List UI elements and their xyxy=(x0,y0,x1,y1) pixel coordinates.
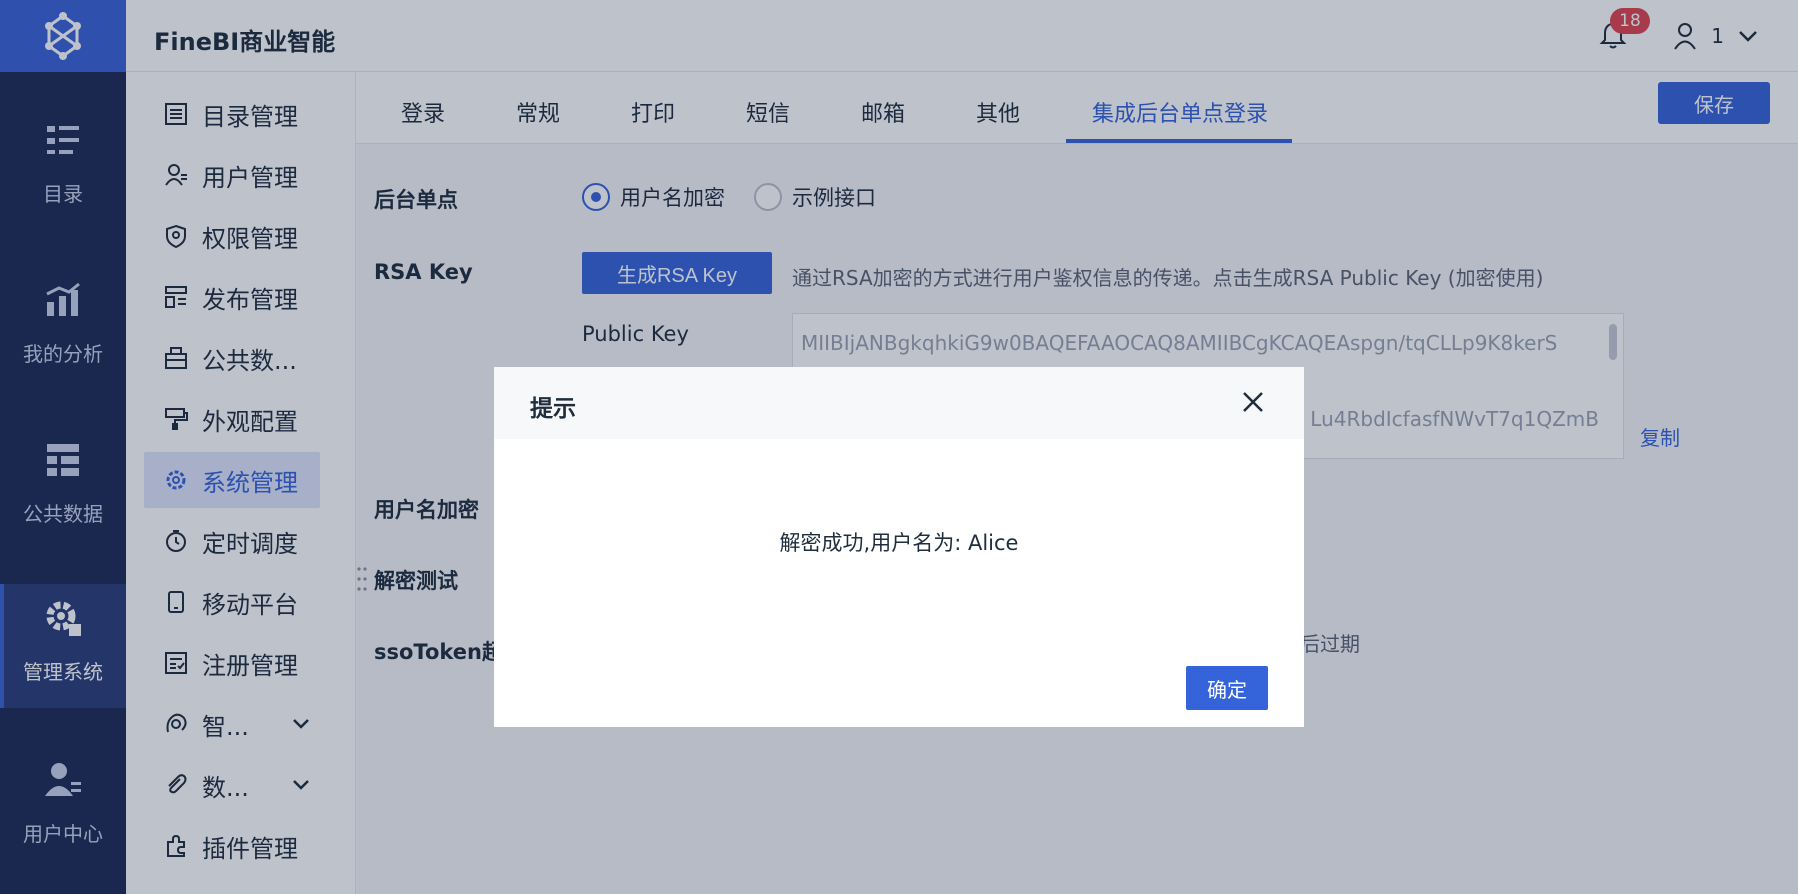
dialog-message: 解密成功,用户名为: Alice xyxy=(779,531,1019,555)
alert-dialog: 提示 解密成功,用户名为: Alice 确定 xyxy=(494,367,1304,727)
dialog-header: 提示 xyxy=(494,367,1304,439)
confirm-button[interactable]: 确定 xyxy=(1186,666,1268,710)
dialog-title: 提示 xyxy=(530,396,576,422)
close-icon[interactable] xyxy=(1240,389,1266,415)
